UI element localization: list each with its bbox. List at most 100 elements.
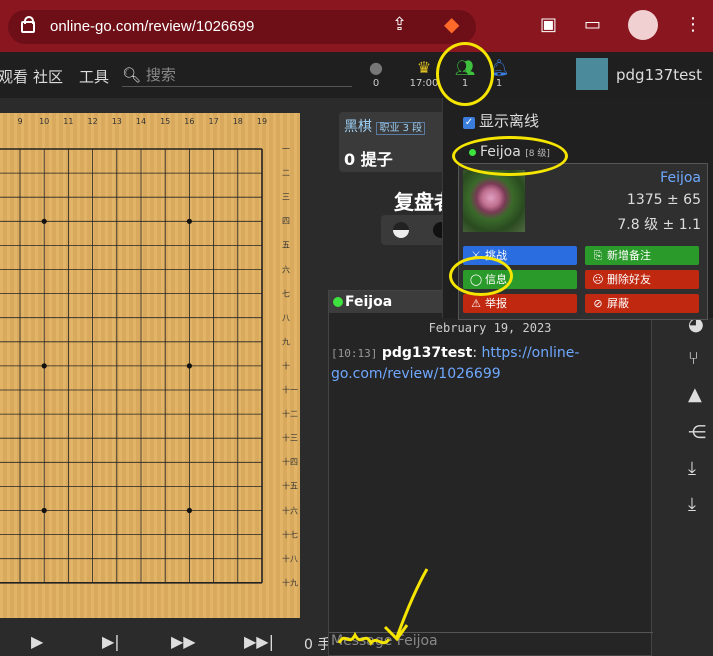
row-label: 十八 — [282, 554, 298, 564]
lock-icon — [21, 16, 35, 33]
user-card: Feijoa 1375 ± 65 7.8 级 ± 1.1 ⚔ 挑战 ⎘ 新增备注 ◯… — [458, 163, 708, 320]
brave-shield-icon[interactable]: ◆ — [444, 12, 459, 36]
nav-watch[interactable]: 观看 — [0, 66, 28, 87]
message-time: [10:13] — [331, 347, 378, 360]
block-button[interactable]: ⊘ 屏蔽 — [585, 294, 699, 313]
chat-stat[interactable]: ● 0 — [354, 58, 398, 89]
column-label: 18 — [232, 117, 243, 126]
show-offline-toggle[interactable]: ✓ 显示离线 — [463, 110, 539, 131]
card-username[interactable]: Feijoa — [660, 170, 701, 186]
username[interactable]: pdg137test — [616, 66, 702, 84]
search-input[interactable]: 🔍︎ 搜索 — [122, 64, 352, 87]
user-avatar[interactable] — [576, 58, 608, 90]
column-label: 13 — [111, 117, 122, 126]
black-player-panel: 黑棋 职业 3 段 0 提子 — [339, 112, 449, 172]
annotation-circle — [452, 136, 568, 176]
star-point — [186, 218, 192, 224]
star-point — [41, 507, 47, 514]
note-icon: ⎘ — [593, 249, 603, 262]
row-label: 二 — [282, 168, 290, 178]
star-point — [186, 363, 192, 369]
wallet-icon[interactable]: ▭ — [584, 14, 601, 35]
row-label: 三 — [282, 192, 290, 202]
annotation-arrow — [337, 568, 429, 646]
warning-icon[interactable]: ▲ — [688, 384, 702, 405]
go-board[interactable]: 9 10 11 12 13 14 15 16 17 18 19 一二三四五六七八九十十一十二十三十四… — [0, 113, 300, 618]
annotation-circle — [436, 42, 494, 106]
card-rank: 7.8 级 ± 1.1 — [617, 217, 701, 233]
browser-toolbar: online-go.com/review/1026699 ⇪ ◆ ▣ ▭ ⋮ — [0, 0, 713, 52]
row-label: 五 — [282, 240, 290, 250]
step-forward-icon[interactable]: ▶| — [102, 632, 120, 651]
column-label: 17 — [208, 117, 219, 126]
sidebar-toggle-icon[interactable]: ▣ — [540, 14, 557, 35]
url-text: online-go.com/review/1026699 — [50, 18, 255, 35]
row-label: 十 — [282, 361, 290, 371]
column-label: 14 — [135, 117, 147, 126]
row-label: 六 — [282, 265, 290, 274]
card-rating: 1375 ± 65 — [626, 192, 701, 208]
nav-community[interactable]: 社区 — [33, 66, 63, 87]
site-nav: 观看 社区 工具 🔍︎ 搜索 ● 0 ♛ 17:00 👥︎ 1 🔔︎ 1 pdg… — [0, 52, 713, 98]
add-note-button[interactable]: ⎘ 新增备注 — [585, 246, 699, 265]
chat-icon: ● — [369, 58, 383, 77]
annotation-circle — [449, 256, 513, 296]
row-label: 十六 — [282, 506, 298, 515]
nav-tools[interactable]: 工具 — [79, 66, 109, 87]
profile-avatar[interactable] — [628, 10, 658, 40]
column-label: 15 — [160, 117, 171, 126]
row-label: 十五 — [282, 481, 298, 491]
branch-icon[interactable]: ⑂ — [688, 348, 699, 369]
row-label: 十三 — [282, 433, 298, 443]
row-label: 八 — [282, 313, 290, 323]
column-label: 12 — [87, 117, 98, 126]
menu-dots-icon[interactable]: ⋮ — [684, 14, 702, 35]
column-label: 11 — [63, 117, 74, 126]
online-dot-icon — [333, 297, 343, 307]
row-label: 七 — [282, 289, 290, 299]
row-label: 四 — [282, 216, 290, 226]
remove-friend-button[interactable]: ☹ 删除好友 — [585, 270, 699, 289]
star-point — [41, 363, 47, 369]
column-label: 16 — [184, 117, 195, 126]
half-stone-icon[interactable] — [393, 222, 409, 238]
row-label: 十四 — [282, 457, 298, 467]
board-grid — [0, 148, 263, 584]
skip-end-icon[interactable]: ▶▶| — [244, 632, 274, 651]
playback-controls: ▶ ▶| ▶▶ ▶▶| — [0, 620, 330, 654]
tool-sidebar: ◕ ⑂ ▲ ⋲ ⤓ ⤓ — [684, 300, 713, 560]
block-icon: ⊘ — [593, 297, 603, 310]
download-icon[interactable]: ⤓ — [688, 458, 696, 479]
star-point — [41, 218, 47, 224]
row-label: 十二 — [282, 409, 298, 419]
chat-title: Feijoa — [345, 294, 393, 310]
user-avatar-image — [463, 170, 525, 232]
row-label: 十七 — [282, 530, 298, 540]
chat-message: [10:13] pdg137test: https://online-go.co… — [331, 345, 580, 382]
remove-friend-icon: ☹ — [592, 273, 604, 286]
row-label: 九 — [282, 337, 290, 347]
message-author: pdg137test — [381, 345, 473, 361]
search-placeholder: 搜索 — [145, 66, 176, 84]
column-label: 10 — [39, 117, 50, 126]
search-icon: 🔍︎ — [122, 66, 142, 84]
star-point — [186, 507, 192, 514]
share-icon[interactable]: ⋲ — [688, 422, 706, 443]
checkbox-icon[interactable]: ✓ — [463, 117, 475, 129]
stone-color-buttons — [381, 215, 451, 245]
captures: 0 提子 — [344, 150, 393, 169]
play-icon[interactable]: ▶ — [31, 632, 43, 651]
column-label: 19 — [256, 117, 268, 126]
report-button[interactable]: ⚠ 举报 — [463, 294, 577, 313]
row-label: 一 — [282, 144, 290, 154]
black-player-rank: 职业 3 段 — [376, 122, 426, 135]
share-icon[interactable]: ⇪ — [392, 14, 407, 35]
row-label: 十九 — [282, 578, 298, 588]
download-sgf-icon[interactable]: ⤓ — [688, 494, 696, 515]
black-player-name[interactable]: 黑棋 职业 3 段 — [344, 116, 426, 136]
chat-date: February 19, 2023 — [428, 321, 552, 335]
row-label: 十一 — [282, 385, 298, 395]
column-label: 9 — [17, 117, 23, 126]
report-icon: ⚠ — [471, 297, 481, 310]
fast-forward-icon[interactable]: ▶▶ — [171, 632, 196, 651]
